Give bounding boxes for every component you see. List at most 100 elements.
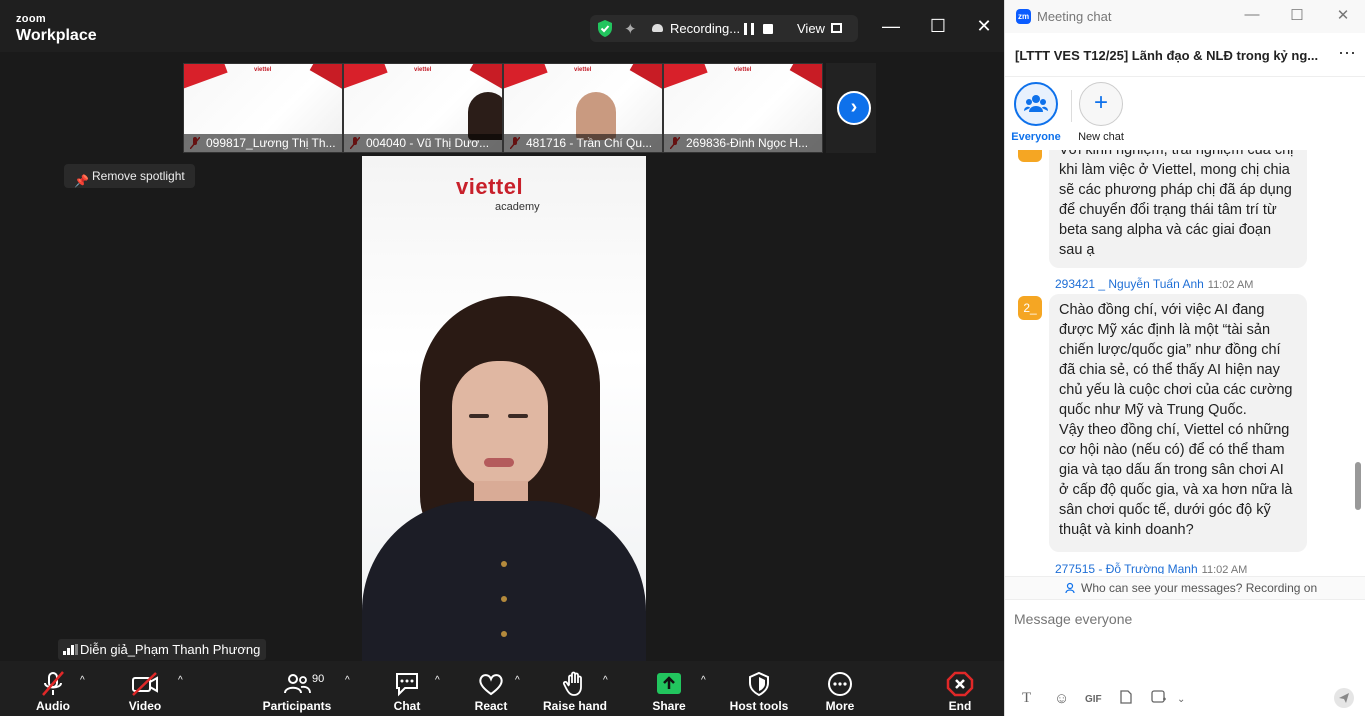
video-button[interactable]: Video bbox=[120, 661, 170, 716]
chat-button[interactable]: Chat bbox=[386, 661, 428, 716]
pin-icon: 📌 bbox=[74, 174, 89, 188]
text-format-icon[interactable]: T bbox=[1022, 690, 1031, 707]
sender-name: 277515 - Đỗ Trường Mạnh bbox=[1055, 562, 1198, 574]
mic-muted-icon bbox=[42, 671, 64, 696]
share-button[interactable]: Share bbox=[648, 661, 690, 716]
maximize-button[interactable]: ☐ bbox=[928, 16, 948, 36]
viettel-academy-label: academy bbox=[495, 201, 540, 213]
message-time: 11:02 AM bbox=[1207, 279, 1254, 291]
remove-spotlight-button[interactable]: 📌 Remove spotlight bbox=[64, 164, 195, 188]
end-meeting-button[interactable]: End bbox=[940, 661, 980, 716]
share-screen-icon bbox=[657, 673, 681, 694]
plus-icon: + bbox=[1079, 82, 1123, 126]
file-icon[interactable] bbox=[1120, 690, 1132, 707]
participant-thumbnails: viettel 099817_Lương Thị Th... viettel 0… bbox=[183, 63, 825, 153]
zoom-logo-top: zoom bbox=[16, 13, 46, 25]
chat-options-caret[interactable]: ^ bbox=[433, 661, 447, 716]
chat-message: Với kinh nghiệm, trải nghiệm của chị khi… bbox=[1049, 150, 1307, 268]
raise-hand-button[interactable]: Raise hand bbox=[540, 661, 610, 716]
participants-label: Participants bbox=[262, 699, 332, 713]
more-label: More bbox=[825, 699, 855, 713]
ai-companion-icon[interactable]: ✦ bbox=[624, 20, 637, 38]
message-input[interactable] bbox=[1014, 608, 1354, 630]
chat-scrollbar[interactable] bbox=[1355, 150, 1361, 574]
participant-thumbnail[interactable]: viettel 099817_Lương Thị Th... bbox=[183, 63, 343, 153]
participant-video bbox=[468, 92, 502, 140]
remove-spotlight-label: Remove spotlight bbox=[92, 169, 185, 183]
more-icon bbox=[828, 672, 852, 696]
chat-message: Chào đồng chí, với việc AI đang được Mỹ … bbox=[1049, 294, 1307, 552]
viettel-logo: viettel bbox=[734, 67, 752, 73]
avatar: 2_ bbox=[1018, 296, 1042, 320]
grid-view-icon[interactable] bbox=[831, 23, 842, 33]
audio-options-caret[interactable]: ^ bbox=[78, 661, 92, 716]
host-tools-button[interactable]: Host tools bbox=[728, 661, 790, 716]
react-button[interactable]: React bbox=[470, 661, 512, 716]
chat-close-button[interactable]: ✕ bbox=[1333, 6, 1353, 24]
gif-icon[interactable]: GIF bbox=[1085, 694, 1102, 705]
participant-video bbox=[576, 92, 616, 140]
pause-recording-button[interactable] bbox=[744, 23, 754, 35]
participant-thumbnail[interactable]: viettel 269836-Đinh Ngọc H... bbox=[663, 63, 823, 153]
recipient-everyone[interactable]: Everyone bbox=[1006, 82, 1066, 143]
react-options-caret[interactable]: ^ bbox=[513, 661, 527, 716]
viettel-logo: viettel bbox=[254, 67, 272, 73]
participant-thumbnail[interactable]: viettel 004040 - Vũ Thị Dươ... bbox=[343, 63, 503, 153]
audio-label: Audio bbox=[36, 699, 70, 713]
participants-options-caret[interactable]: ^ bbox=[343, 661, 357, 716]
cloud-recording-icon bbox=[652, 24, 663, 32]
raise-hand-options-caret[interactable]: ^ bbox=[601, 661, 615, 716]
chat-label: Chat bbox=[393, 699, 421, 713]
chat-minimize-button[interactable]: — bbox=[1242, 6, 1262, 23]
host-tools-shield-icon bbox=[749, 671, 769, 697]
chat-window-title: Meeting chat bbox=[1037, 9, 1112, 24]
visibility-text: Who can see your messages? Recording on bbox=[1081, 581, 1318, 595]
chat-meeting-title: [LTTT VES T12/25] Lãnh đạo & NLĐ trong k… bbox=[1015, 48, 1319, 63]
video-options-caret[interactable]: ^ bbox=[176, 661, 190, 716]
meeting-chat-panel: zm Meeting chat — ☐ ✕ [LTTT VES T12/25] … bbox=[1004, 0, 1365, 716]
raise-hand-label: Raise hand bbox=[542, 699, 608, 713]
next-page-chevron-icon[interactable]: › bbox=[837, 91, 871, 125]
chat-more-options-icon[interactable]: ⋯ bbox=[1338, 43, 1356, 64]
chevron-down-icon[interactable]: ⌄ bbox=[1177, 694, 1185, 705]
participant-thumbnail[interactable]: viettel 481716 - Trần Chí Qu... bbox=[503, 63, 663, 153]
participant-name: 481716 - Trần Chí Qu... bbox=[504, 134, 662, 152]
everyone-icon bbox=[1014, 82, 1058, 126]
send-button[interactable] bbox=[1334, 688, 1354, 708]
view-button[interactable]: View bbox=[797, 21, 825, 36]
emoji-icon[interactable]: ☺ bbox=[1054, 690, 1069, 707]
minimize-button[interactable]: — bbox=[881, 16, 901, 36]
chat-message-list[interactable]: Với kinh nghiệm, trải nghiệm của chị khi… bbox=[1005, 150, 1357, 574]
screenshot-icon[interactable] bbox=[1151, 690, 1167, 707]
more-button[interactable]: More bbox=[818, 661, 862, 716]
stop-recording-button[interactable] bbox=[763, 24, 773, 34]
recipient-new-chat[interactable]: + New chat bbox=[1071, 82, 1131, 143]
participants-icon bbox=[284, 674, 311, 694]
chat-scrollbar-thumb[interactable] bbox=[1355, 462, 1361, 510]
send-icon bbox=[1339, 693, 1349, 703]
participant-name: 269836-Đinh Ngọc H... bbox=[664, 134, 822, 152]
person-lock-icon bbox=[1065, 582, 1075, 594]
participant-name: 099817_Lương Thị Th... bbox=[184, 134, 342, 152]
recording-bar: ✦ Recording... View bbox=[590, 15, 858, 42]
meeting-area: zoom Workplace ✦ Recording... View — ☐ ✕… bbox=[0, 0, 1004, 716]
sender-name: 293421 _ Nguyễn Tuấn Anh bbox=[1055, 277, 1204, 291]
share-options-caret[interactable]: ^ bbox=[699, 661, 713, 716]
participant-name: 004040 - Vũ Thị Dươ... bbox=[344, 134, 502, 152]
encryption-shield-icon[interactable] bbox=[596, 19, 614, 43]
chat-maximize-button[interactable]: ☐ bbox=[1287, 6, 1307, 24]
meeting-toolbar: Audio ^ Video ^ 90 Participants ^ Chat ^… bbox=[0, 661, 1004, 716]
chat-header: [LTTT VES T12/25] Lãnh đạo & NLĐ trong k… bbox=[1005, 33, 1365, 77]
title-bar: zoom Workplace ✦ Recording... View — ☐ ✕ bbox=[0, 0, 1004, 52]
message-visibility-notice[interactable]: Who can see your messages? Recording on bbox=[1005, 576, 1365, 600]
participants-button[interactable]: 90 Participants bbox=[262, 661, 332, 716]
chat-window-titlebar: zm Meeting chat — ☐ ✕ bbox=[1005, 0, 1365, 33]
audio-button[interactable]: Audio bbox=[28, 661, 78, 716]
chat-icon bbox=[396, 673, 418, 697]
close-button[interactable]: ✕ bbox=[974, 16, 994, 36]
speaker-name: Diễn giả_Phạm Thanh Phương bbox=[80, 642, 261, 657]
recording-status: Recording... bbox=[670, 21, 741, 36]
message-time: 11:02 AM bbox=[1201, 564, 1248, 574]
zoom-logo-bottom: Workplace bbox=[16, 27, 97, 44]
react-label: React bbox=[474, 699, 508, 713]
